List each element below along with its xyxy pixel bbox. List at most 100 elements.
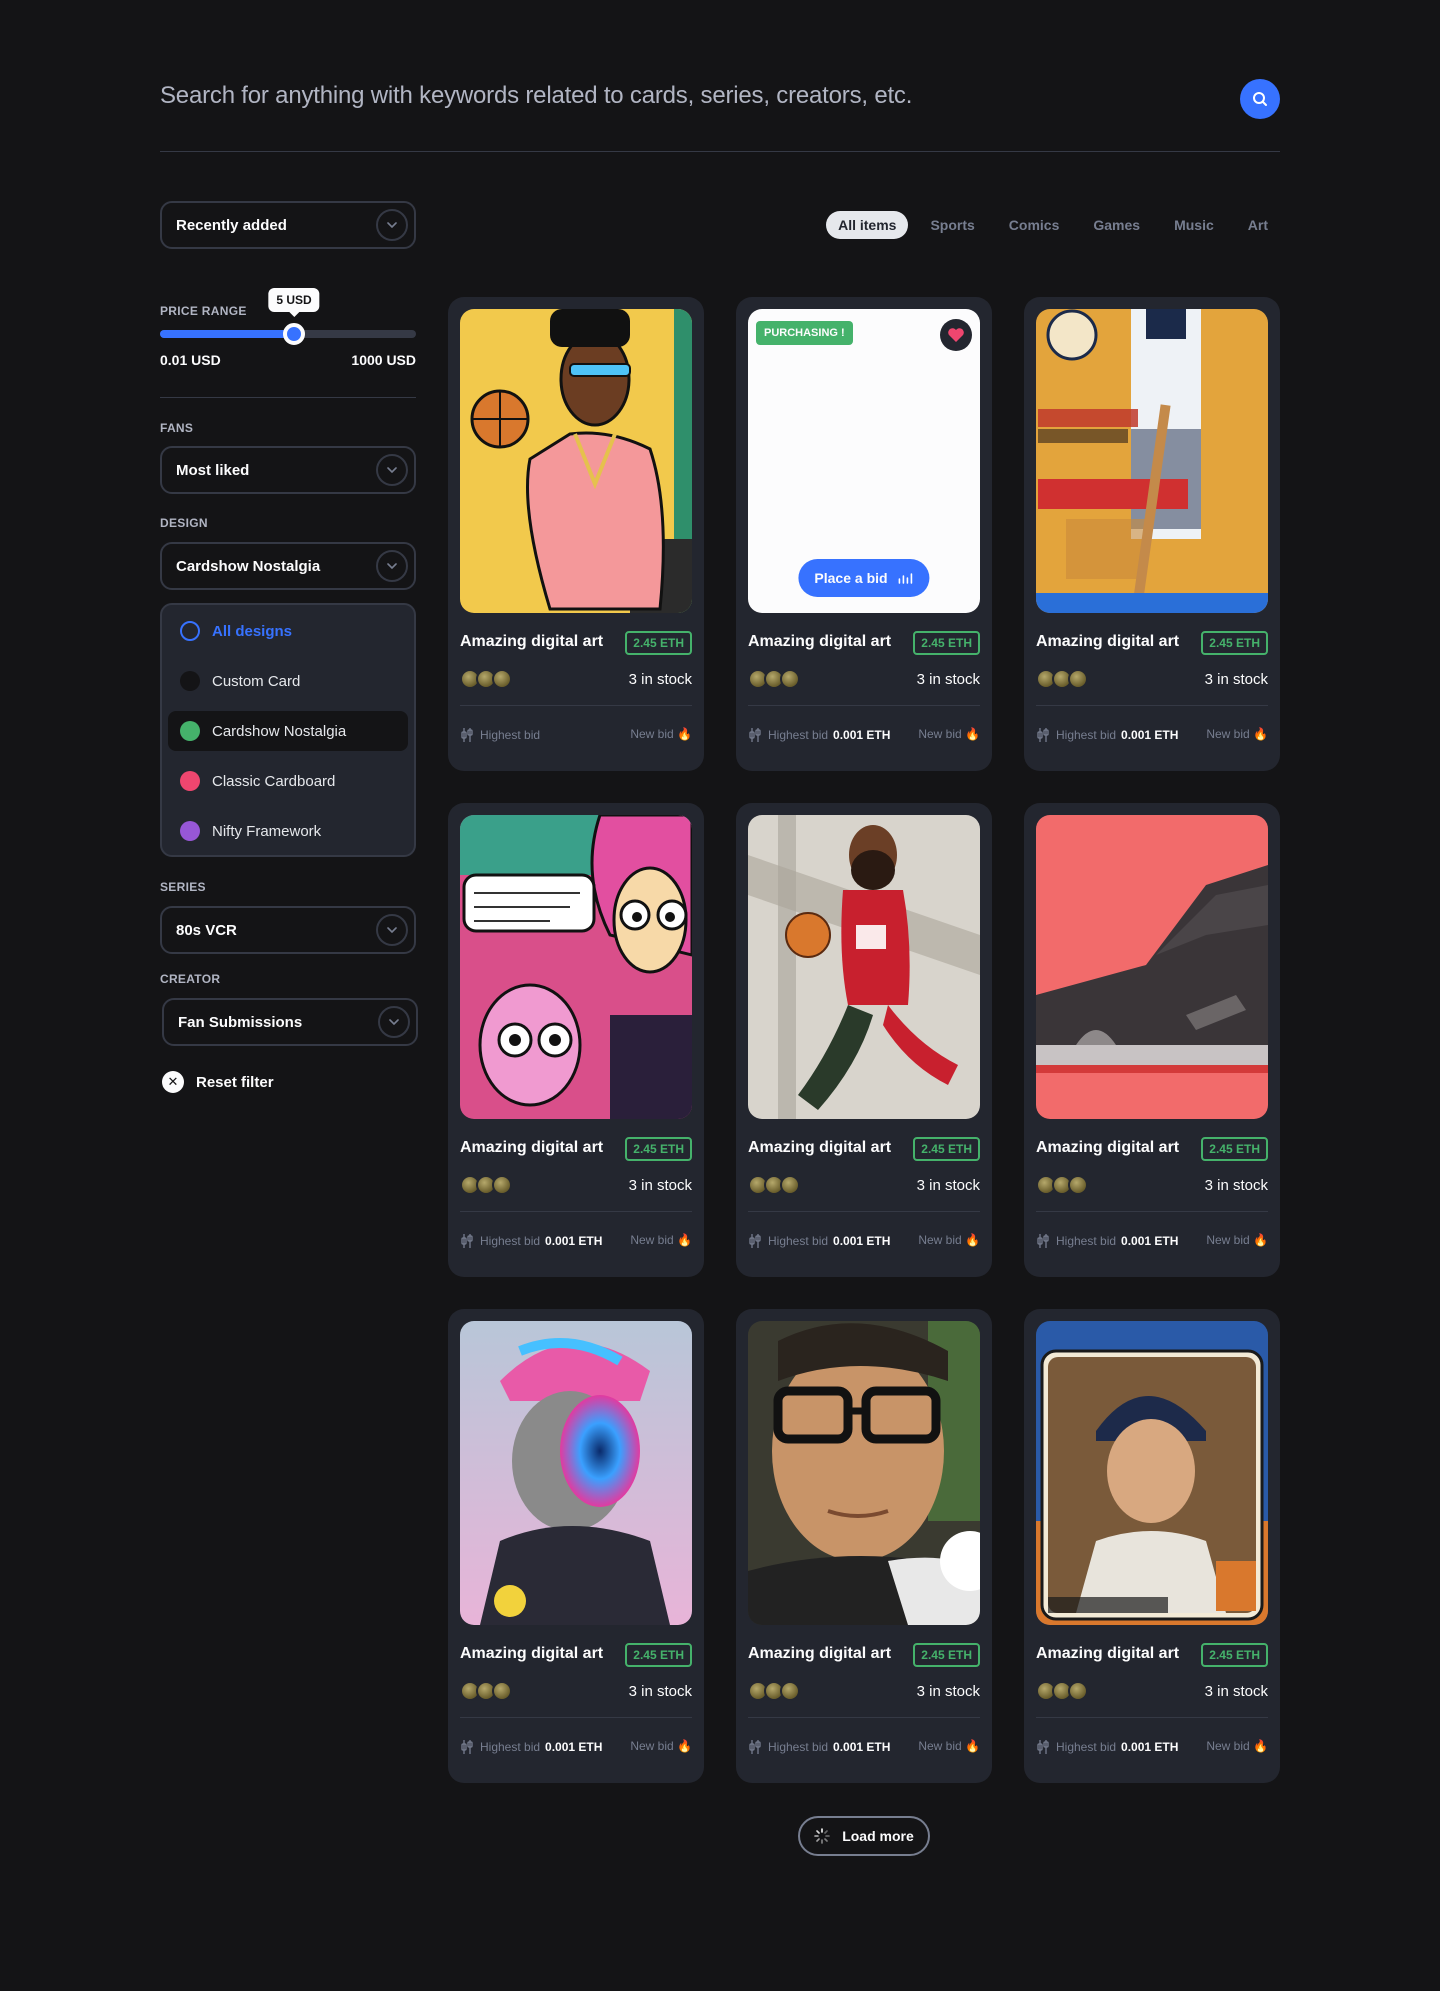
card-title: Amazing digital art (748, 1139, 892, 1156)
owner-avatars (748, 1681, 800, 1701)
new-bid-link[interactable]: New bid 🔥 (630, 1233, 692, 1247)
card-title: Amazing digital art (460, 633, 604, 650)
card-divider (748, 1211, 980, 1212)
item-card[interactable]: Amazing digital art 2.45 ETH 3 in stock … (448, 297, 704, 771)
creator-select[interactable]: Fan Submissions (162, 998, 418, 1046)
price-badge: 2.45 ETH (913, 1643, 980, 1667)
design-option-label: Nifty Framework (212, 822, 322, 840)
new-bid-link[interactable]: New bid 🔥 (1206, 1739, 1268, 1753)
owner-avatars (460, 1175, 512, 1195)
card-title: Amazing digital art (1036, 1139, 1180, 1156)
price-range-max: 1000 USD (351, 352, 416, 368)
new-bid-link[interactable]: New bid 🔥 (630, 727, 692, 741)
tab-music[interactable]: Music (1162, 211, 1226, 239)
search-bar[interactable]: Search for anything with keywords relate… (160, 74, 1280, 152)
reset-filter-button[interactable]: ✕ Reset filter (162, 1071, 274, 1093)
design-option-classic-cardboard[interactable]: Classic Cardboard (168, 761, 408, 801)
highest-bid: Highest bid 0.001 ETH (1036, 1739, 1178, 1755)
item-card[interactable]: PURCHASING ! Place a bid Amazing digital… (736, 297, 992, 771)
fans-select[interactable]: Most liked (160, 446, 416, 494)
sort-select[interactable]: Recently added (160, 201, 416, 249)
price-range-thumb[interactable] (283, 323, 305, 345)
tigers-poster-art-icon (1036, 309, 1268, 613)
card-title: Amazing digital art (1036, 1645, 1180, 1662)
stock-count: 3 in stock (628, 1177, 692, 1194)
price-range-fill (160, 330, 294, 338)
highest-bid: Highest bid 0.001 ETH (748, 1233, 890, 1249)
new-bid-label: New bid (918, 1233, 962, 1247)
avatar (492, 1681, 512, 1701)
load-more-button[interactable]: Load more (798, 1816, 930, 1856)
price-badge: 2.45 ETH (625, 631, 692, 655)
design-option-nifty-framework[interactable]: Nifty Framework (168, 811, 408, 851)
color-dot-icon (180, 671, 200, 691)
price-badge: 2.45 ETH (1201, 1643, 1268, 1667)
design-option-cardshow-nostalgia[interactable]: Cardshow Nostalgia (168, 711, 408, 751)
fans-label: FANS (160, 421, 194, 435)
chevron-down-icon (376, 914, 408, 946)
new-bid-link[interactable]: New bid 🔥 (918, 1233, 980, 1247)
highest-bid-value: 0.001 ETH (833, 1234, 891, 1248)
design-option-label: Cardshow Nostalgia (212, 722, 347, 740)
rockets-player-art-icon (748, 815, 980, 1119)
card-title: Amazing digital art (1036, 633, 1180, 650)
candlesticks-icon (461, 1740, 473, 1754)
series-select[interactable]: 80s VCR (160, 906, 416, 954)
design-select[interactable]: Cardshow Nostalgia (160, 542, 416, 590)
search-button[interactable] (1240, 79, 1280, 119)
highest-bid-label: Highest bid (768, 1234, 829, 1248)
item-card[interactable]: Amazing digital art 2.45 ETH 3 in stock … (448, 803, 704, 1277)
tab-sports[interactable]: Sports (918, 211, 986, 239)
new-bid-label: New bid (630, 1739, 674, 1753)
item-card[interactable]: Amazing digital art 2.45 ETH 3 in stock … (1024, 803, 1280, 1277)
owner-avatars (460, 1681, 512, 1701)
item-card[interactable]: Amazing digital art 2.45 ETH 3 in stock … (736, 1309, 992, 1783)
owner-avatars (1036, 669, 1088, 689)
chevron-down-icon (376, 209, 408, 241)
new-bid-label: New bid (1206, 1739, 1250, 1753)
tab-art[interactable]: Art (1236, 211, 1280, 239)
highest-bid-label: Highest bid (480, 728, 541, 742)
like-button[interactable] (940, 319, 972, 351)
stock-count: 3 in stock (1204, 1683, 1268, 1700)
glasses-portrait-art-icon (748, 1321, 980, 1625)
new-bid-link[interactable]: New bid 🔥 (918, 727, 980, 741)
highest-bid-value: 0.001 ETH (833, 728, 891, 742)
item-card[interactable]: Amazing digital art 2.45 ETH 3 in stock … (448, 1309, 704, 1783)
fire-icon: 🔥 (1253, 1233, 1268, 1247)
new-bid-link[interactable]: New bid 🔥 (1206, 1233, 1268, 1247)
new-bid-link[interactable]: New bid 🔥 (1206, 727, 1268, 741)
item-card[interactable]: Amazing digital art 2.45 ETH 3 in stock … (1024, 297, 1280, 771)
candlesticks-icon (749, 728, 761, 742)
stock-count: 3 in stock (1204, 1177, 1268, 1194)
design-option-all[interactable]: All designs (168, 611, 408, 651)
card-divider (460, 1717, 692, 1718)
search-input[interactable]: Search for anything with keywords relate… (160, 82, 912, 110)
place-bid-button[interactable]: Place a bid (798, 559, 930, 597)
new-bid-link[interactable]: New bid 🔥 (630, 1739, 692, 1753)
highest-bid-value: 0.001 ETH (1121, 1740, 1179, 1754)
card-divider (1036, 705, 1268, 706)
tab-games[interactable]: Games (1081, 211, 1152, 239)
item-card[interactable]: Amazing digital art 2.45 ETH 3 in stock … (1024, 1309, 1280, 1783)
highest-bid: Highest bid 0.001 ETH (748, 1739, 890, 1755)
card-title: Amazing digital art (460, 1139, 604, 1156)
price-badge: 2.45 ETH (1201, 1137, 1268, 1161)
new-bid-link[interactable]: New bid 🔥 (918, 1739, 980, 1753)
tab-comics[interactable]: Comics (997, 211, 1072, 239)
ring-icon (180, 621, 200, 641)
candlesticks-icon (749, 1740, 761, 1754)
chevron-down-icon (376, 550, 408, 582)
design-option-label: All designs (212, 622, 293, 640)
card-divider (748, 1717, 980, 1718)
price-range-tooltip: 5 USD (268, 288, 320, 317)
price-range-slider[interactable]: 5 USD (160, 288, 416, 345)
highest-bid: Highest bid 0.001 ETH (748, 727, 890, 743)
search-icon (1253, 92, 1267, 106)
design-dropdown-list: All designs Custom Card Cardshow Nostalg… (160, 603, 416, 857)
tab-all-items[interactable]: All items (826, 211, 909, 239)
price-badge: 2.45 ETH (913, 631, 980, 655)
design-option-custom-card[interactable]: Custom Card (168, 661, 408, 701)
owner-avatars (748, 669, 800, 689)
item-card[interactable]: Amazing digital art 2.45 ETH 3 in stock … (736, 803, 992, 1277)
